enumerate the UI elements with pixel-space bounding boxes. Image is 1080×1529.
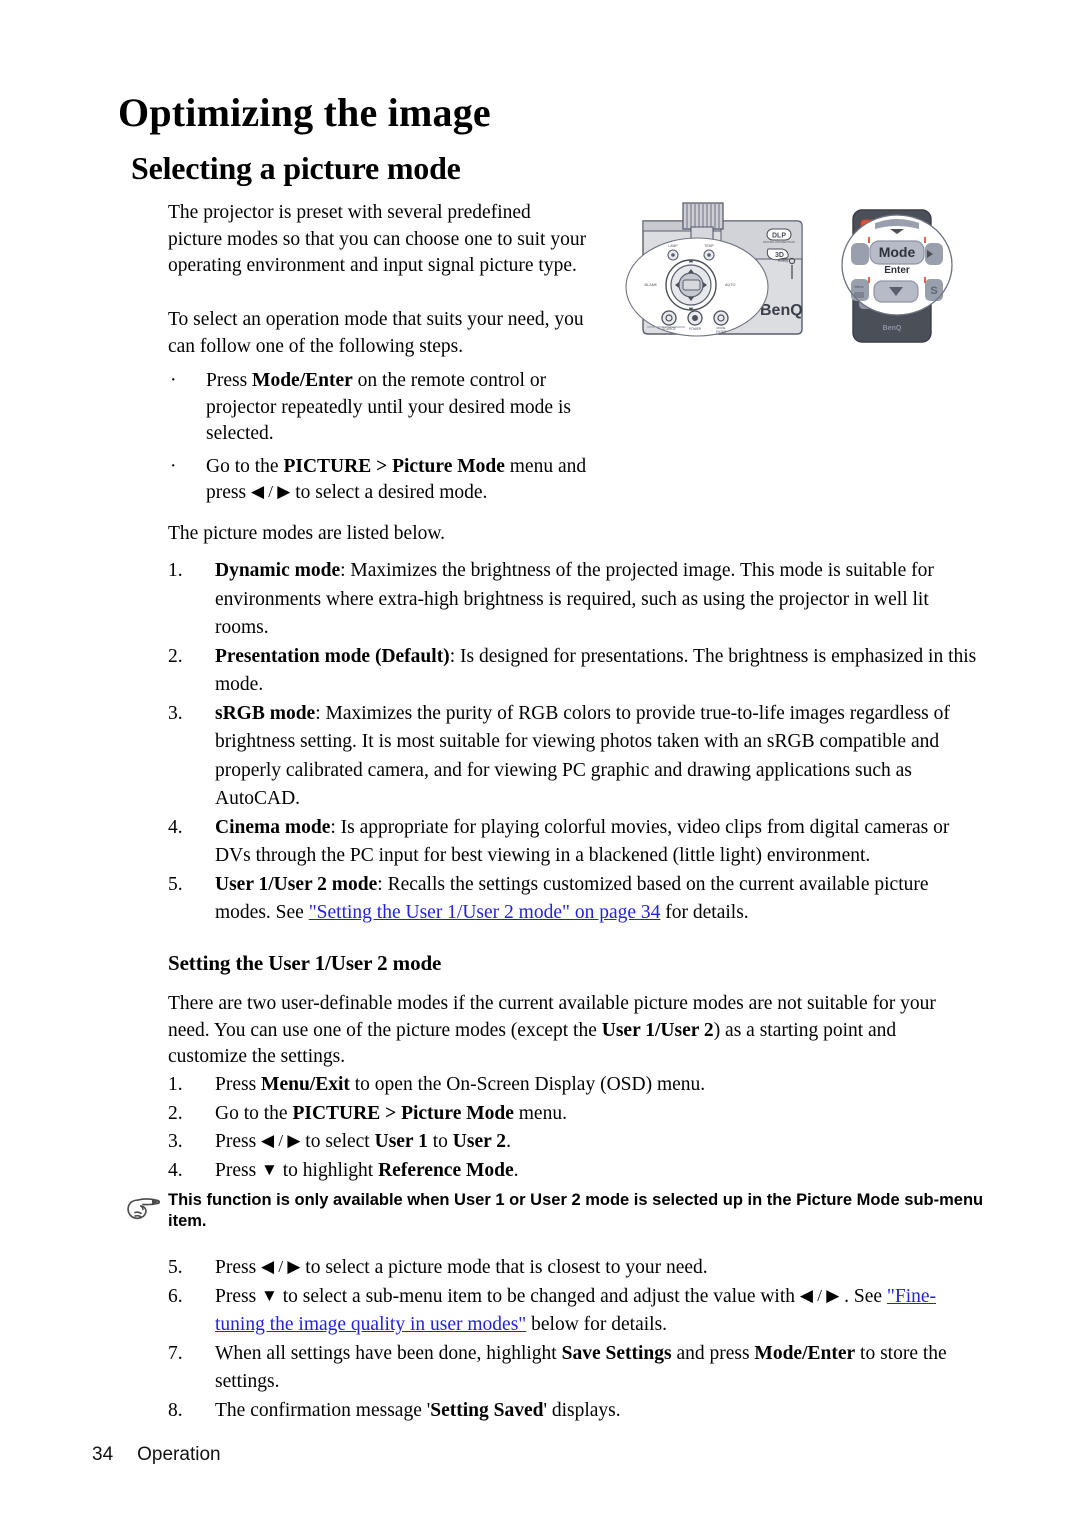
bullet-text: Go to the PICTURE > Picture Mode menu an… — [206, 455, 587, 504]
intro-paragraph-1: The projector is preset with several pre… — [168, 202, 587, 276]
remote-control-illustration: BenQ Mode Enter Menu S — [841, 209, 953, 343]
benq-logo: BenQ — [760, 302, 803, 319]
list-text: Press Menu/Exit to open the On-Screen Di… — [215, 1074, 706, 1095]
svg-text:LAMP: LAMP — [668, 244, 678, 248]
list-text: Press ▼ to select a sub-menu item to be … — [215, 1285, 937, 1336]
bullet-text: Press Mode/Enter on the remote control o… — [206, 370, 571, 444]
list-item: · Go to the PICTURE > Picture Mode menu … — [168, 454, 618, 507]
footer-page-number: 34 — [92, 1444, 114, 1465]
list-item: 8. The confirmation message 'Setting Sav… — [168, 1397, 980, 1426]
svg-text:SOURCE: SOURCE — [662, 327, 676, 331]
remote-mode-label: Mode — [879, 244, 916, 260]
list-item: 2. Go to the PICTURE > Picture Mode menu… — [168, 1100, 980, 1129]
list-item: 7. When all settings have been done, hig… — [168, 1340, 980, 1397]
down-arrow-icon: ▼ — [261, 1159, 278, 1179]
svg-text:DLP: DLP — [772, 233, 786, 240]
list-number: 5. — [168, 873, 183, 895]
list-item: 4. Cinema mode: Is appropriate for playi… — [168, 814, 980, 871]
pointing-hand-icon — [118, 1192, 162, 1226]
list-number: 1. — [168, 560, 183, 581]
list-item: 3. sRGB mode: Maximizes the purity of RG… — [168, 700, 980, 814]
figure-group: DLP DIGITAL PROJECTION 3D Ready BenQ LAM… — [625, 193, 980, 353]
left-right-arrow-icon: ◀ / ▶ — [261, 1257, 301, 1276]
section-heading: Selecting a picture mode — [131, 150, 461, 186]
list-number: 2. — [168, 1102, 183, 1124]
list-number: 4. — [168, 816, 183, 838]
list-item: 6. Press ▼ to select a sub-menu item to … — [168, 1283, 980, 1340]
svg-text:BLANK: BLANK — [645, 283, 658, 287]
bullet-marker: · — [170, 370, 177, 391]
list-number: 3. — [168, 702, 183, 724]
list-item: 3. Press ◀ / ▶ to select User 1 to User … — [168, 1128, 980, 1157]
list-number: 1. — [168, 1074, 183, 1095]
list-text: The confirmation message 'Setting Saved'… — [215, 1399, 621, 1421]
svg-text:BenQ: BenQ — [883, 325, 902, 332]
list-number: 4. — [168, 1159, 183, 1181]
list-item: 4. Press ▼ to highlight Reference Mode. — [168, 1157, 980, 1186]
footer-section-name: Operation — [137, 1444, 221, 1465]
left-right-arrow-icon: ◀ / ▶ — [250, 482, 291, 501]
cross-reference-link[interactable]: "Setting the User 1/User 2 mode" on page… — [309, 902, 661, 923]
lead-in-text: The picture modes are listed below. — [168, 523, 446, 544]
user-mode-steps-list-b: 5. Press ◀ / ▶ to select a picture mode … — [168, 1254, 980, 1425]
list-text: Dynamic mode: Maximizes the brightness o… — [215, 560, 934, 638]
svg-text:AUTO: AUTO — [725, 283, 736, 287]
svg-text:Ready: Ready — [778, 259, 788, 263]
left-right-arrow-icon: ◀ / ▶ — [799, 1285, 840, 1305]
svg-text:ENTER: ENTER — [716, 330, 727, 334]
page-footer: 34 Operation — [92, 1444, 221, 1466]
down-arrow-icon: ▼ — [261, 1285, 278, 1305]
list-text: sRGB mode: Maximizes the purity of RGB c… — [215, 702, 950, 810]
list-item: 5. Press ◀ / ▶ to select a picture mode … — [168, 1254, 980, 1283]
projector-top-view-illustration: DLP DIGITAL PROJECTION 3D Ready BenQ LAM… — [625, 202, 803, 337]
svg-text:Menu: Menu — [855, 285, 864, 289]
document-page: Optimizing the image Selecting a picture… — [0, 0, 1080, 1529]
left-right-arrow-icon: ◀ / ▶ — [261, 1131, 301, 1150]
list-text: Cinema mode: Is appropriate for playing … — [215, 816, 950, 867]
list-number: 2. — [168, 645, 183, 667]
user-mode-steps-list-a: 1. Press Menu/Exit to open the On-Screen… — [168, 1071, 980, 1185]
user-mode-intro: There are two user-definable modes if th… — [168, 993, 936, 1067]
list-number: 7. — [168, 1342, 183, 1364]
list-number: 8. — [168, 1399, 183, 1421]
picture-modes-list: 1. Dynamic mode: Maximizes the brightnes… — [168, 557, 980, 928]
intro-paragraph-2: To select an operation mode that suits y… — [168, 309, 584, 357]
svg-text:S: S — [930, 285, 937, 297]
bullet-marker: · — [170, 455, 177, 477]
list-number: 6. — [168, 1285, 183, 1307]
list-item: 5. User 1/User 2 mode: Recalls the setti… — [168, 871, 980, 928]
list-text: Press ▼ to highlight Reference Mode. — [215, 1159, 519, 1181]
list-item: 1. Press Menu/Exit to open the On-Screen… — [168, 1071, 980, 1100]
list-item: 1. Dynamic mode: Maximizes the brightnes… — [168, 557, 980, 643]
list-text: Press ◀ / ▶ to select User 1 to User 2. — [215, 1131, 511, 1152]
page-title: Optimizing the image — [118, 90, 491, 135]
svg-text:TEMP: TEMP — [704, 244, 714, 248]
svg-text:POWER: POWER — [689, 327, 702, 331]
list-text: User 1/User 2 mode: Recalls the settings… — [215, 873, 929, 924]
list-number: 3. — [168, 1131, 183, 1152]
dlp-badge: DLP DIGITAL PROJECTION — [763, 228, 795, 244]
list-item: · Press Mode/Enter on the remote control… — [168, 368, 618, 448]
list-text: Go to the PICTURE > Picture Mode menu. — [215, 1102, 567, 1124]
note-block: This function is only available when Use… — [168, 1190, 988, 1232]
note-text: This function is only available when Use… — [168, 1191, 984, 1230]
list-text: Presentation mode (Default): Is designed… — [215, 645, 977, 696]
list-text: Press ◀ / ▶ to select a picture mode tha… — [215, 1257, 708, 1278]
bullet-list: · Press Mode/Enter on the remote control… — [168, 368, 618, 509]
list-text: When all settings have been done, highli… — [215, 1342, 947, 1393]
svg-text:DIGITAL PROJECTION: DIGITAL PROJECTION — [763, 240, 795, 244]
remote-enter-label: Enter — [884, 265, 910, 276]
list-item: 2. Presentation mode (Default): Is desig… — [168, 643, 980, 700]
subsection-heading: Setting the User 1/User 2 mode — [168, 951, 442, 975]
list-number: 5. — [168, 1257, 183, 1278]
